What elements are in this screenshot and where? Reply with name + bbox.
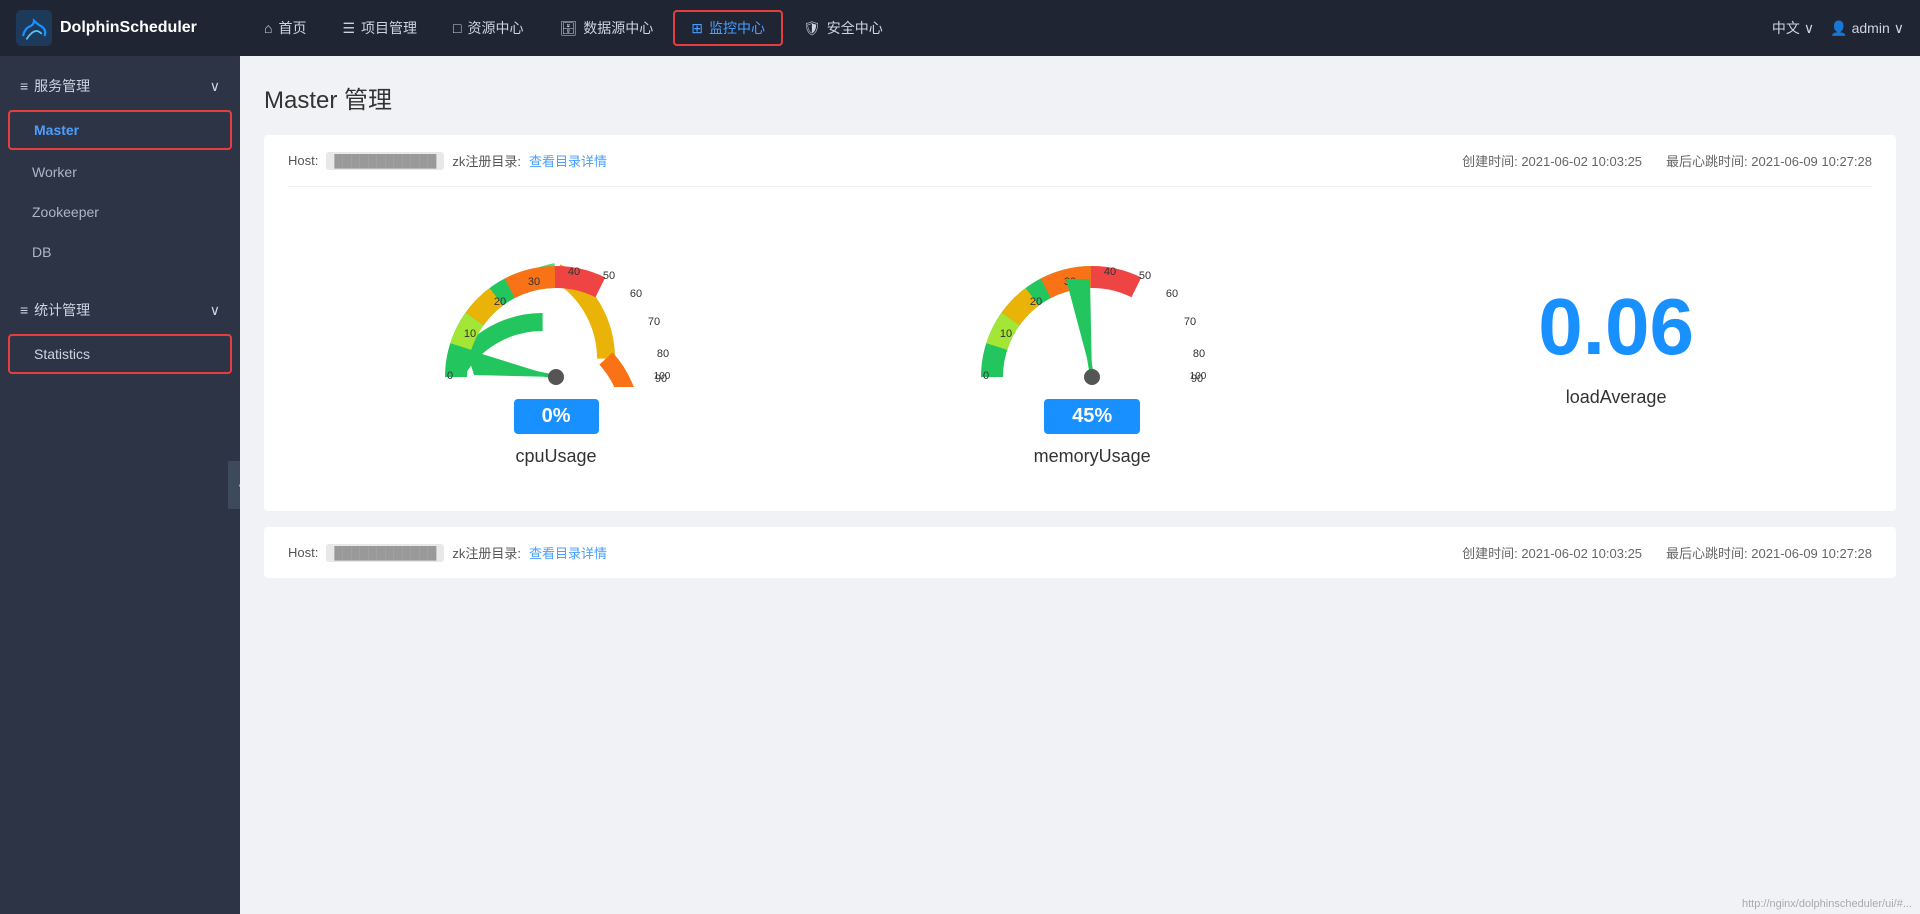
svg-text:0: 0 bbox=[983, 370, 989, 382]
svg-text:70: 70 bbox=[648, 316, 660, 328]
security-icon: 🛡 bbox=[803, 20, 821, 37]
sidebar-toggle[interactable]: ‹ bbox=[228, 461, 240, 509]
card-host-info: Host: ████████████ zk注册目录: 查看目录详情 bbox=[288, 151, 607, 170]
logo-area: DolphinScheduler bbox=[16, 10, 216, 46]
language-selector[interactable]: 中文 ∨ bbox=[1772, 18, 1814, 38]
card-times: 创建时间: 2021-06-02 10:03:25 最后心跳时间: 2021-0… bbox=[1462, 151, 1872, 170]
cpu-pct-badge: 0% bbox=[514, 399, 599, 434]
host-label: Host: bbox=[288, 153, 318, 168]
zk-link[interactable]: 查看目录详情 bbox=[529, 151, 607, 170]
nav-resource[interactable]: □ 资源中心 bbox=[437, 12, 539, 44]
user-icon: 👤 bbox=[1830, 20, 1847, 37]
load-average-value: 0.06 bbox=[1538, 287, 1694, 367]
card2-heartbeat-time: 最后心跳时间: 2021-06-09 10:27:28 bbox=[1666, 543, 1872, 562]
nav-project[interactable]: ☰ 项目管理 bbox=[326, 12, 433, 44]
nav-home[interactable]: ⌂ 首页 bbox=[248, 12, 322, 44]
page-title: Master 管理 bbox=[264, 80, 1896, 115]
memory-label: memoryUsage bbox=[1034, 446, 1151, 467]
card2-host-ip: ████████████ bbox=[326, 544, 444, 562]
heartbeat-time-label: 最后心跳时间: 2021-06-09 10:27:28 bbox=[1666, 151, 1872, 170]
sidebar: ≡ 服务管理 ∨ Master Worker Zookeeper DB ≡ 统计… bbox=[0, 56, 240, 914]
sidebar-section-service-header[interactable]: ≡ 服务管理 ∨ bbox=[0, 64, 240, 108]
svg-text:70: 70 bbox=[1184, 316, 1196, 328]
svg-text:80: 80 bbox=[657, 348, 669, 360]
svg-text:60: 60 bbox=[1166, 288, 1178, 300]
memory-gauge: 0 10 20 30 40 50 60 70 80 90 100 bbox=[962, 227, 1222, 387]
resource-icon: □ bbox=[453, 20, 461, 36]
chevron-down-icon-user: ∨ bbox=[1894, 20, 1904, 37]
nav-security[interactable]: 🛡 安全中心 bbox=[787, 12, 899, 44]
monitor-icon: ⊞ bbox=[691, 20, 703, 37]
sidebar-item-db[interactable]: DB bbox=[0, 232, 240, 272]
menu-icon-stats: ≡ bbox=[20, 302, 28, 318]
card2-times: 创建时间: 2021-06-02 10:03:25 最后心跳时间: 2021-0… bbox=[1462, 543, 1872, 562]
svg-text:40: 40 bbox=[1104, 266, 1116, 278]
logo-text: DolphinScheduler bbox=[60, 19, 197, 37]
card2-zk-link[interactable]: 查看目录详情 bbox=[529, 543, 607, 562]
cpu-gauge: 0 10 20 30 40 50 60 70 80 90 100 100 bbox=[426, 227, 686, 387]
nav-items: ⌂ 首页 ☰ 项目管理 □ 资源中心 🗄 数据源中心 ⊞ 监控中心 🛡 安全中心 bbox=[248, 10, 1772, 46]
create-time-label: 创建时间: 2021-06-02 10:03:25 bbox=[1462, 151, 1642, 170]
sidebar-item-master[interactable]: Master bbox=[8, 110, 232, 150]
svg-text:50: 50 bbox=[1139, 270, 1151, 282]
load-average-container: 0.06 loadAverage bbox=[1498, 267, 1734, 428]
card2-zk-label: zk注册目录: bbox=[452, 543, 521, 562]
sidebar-item-statistics[interactable]: Statistics bbox=[8, 334, 232, 374]
sidebar-section-stats: ≡ 统计管理 ∨ Statistics bbox=[0, 280, 240, 384]
chevron-down-icon: ∨ bbox=[1804, 20, 1814, 37]
memory-gauge-item: 0 10 20 30 40 50 60 70 80 90 100 bbox=[962, 227, 1222, 467]
main-layout: ≡ 服务管理 ∨ Master Worker Zookeeper DB ≡ 统计… bbox=[0, 56, 1920, 914]
nav-right: 中文 ∨ 👤 admin ∨ bbox=[1772, 18, 1904, 38]
host-ip: ████████████ bbox=[326, 152, 444, 170]
svg-text:100: 100 bbox=[1190, 371, 1207, 382]
chevron-down-section1: ∨ bbox=[210, 78, 220, 95]
card-header-1: Host: ████████████ zk注册目录: 查看目录详情 创建时间: … bbox=[288, 151, 1872, 187]
svg-text:30: 30 bbox=[528, 276, 540, 288]
nav-monitor[interactable]: ⊞ 监控中心 bbox=[673, 10, 783, 46]
monitor-card-1: Host: ████████████ zk注册目录: 查看目录详情 创建时间: … bbox=[264, 135, 1896, 511]
cpu-gauge-item: 0 10 20 30 40 50 60 70 80 90 100 100 bbox=[426, 227, 686, 467]
chevron-down-section2: ∨ bbox=[210, 302, 220, 319]
url-hint: http://nginx/dolphinscheduler/ui/#... bbox=[1742, 898, 1912, 910]
sidebar-section-service: ≡ 服务管理 ∨ Master Worker Zookeeper DB bbox=[0, 56, 240, 280]
home-icon: ⌂ bbox=[264, 20, 272, 36]
top-navigation: DolphinScheduler ⌂ 首页 ☰ 项目管理 □ 资源中心 🗄 数据… bbox=[0, 0, 1920, 56]
svg-text:50: 50 bbox=[603, 270, 615, 282]
card2-create-time: 创建时间: 2021-06-02 10:03:25 bbox=[1462, 543, 1642, 562]
gauges-container: 0 10 20 30 40 50 60 70 80 90 100 100 bbox=[288, 207, 1872, 487]
card2-host-info: Host: ████████████ zk注册目录: 查看目录详情 bbox=[288, 543, 607, 562]
main-content: Master 管理 Host: ████████████ zk注册目录: 查看目… bbox=[240, 56, 1920, 914]
svg-text:60: 60 bbox=[630, 288, 642, 300]
svg-text:10: 10 bbox=[464, 328, 476, 340]
svg-text:20: 20 bbox=[1030, 296, 1042, 308]
nav-datasource[interactable]: 🗄 数据源中心 bbox=[544, 12, 670, 44]
sidebar-section-stats-header[interactable]: ≡ 统计管理 ∨ bbox=[0, 288, 240, 332]
svg-text:20: 20 bbox=[494, 296, 506, 308]
zk-label: zk注册目录: bbox=[452, 151, 521, 170]
svg-text:0: 0 bbox=[447, 370, 453, 382]
sidebar-item-zookeeper[interactable]: Zookeeper bbox=[0, 192, 240, 232]
svg-text:10: 10 bbox=[1000, 328, 1012, 340]
sidebar-item-worker[interactable]: Worker bbox=[0, 152, 240, 192]
logo-icon bbox=[16, 10, 52, 46]
datasource-icon: 🗄 bbox=[560, 20, 578, 37]
card-header-2: Host: ████████████ zk注册目录: 查看目录详情 创建时间: … bbox=[288, 543, 1872, 562]
load-average-label: loadAverage bbox=[1566, 387, 1667, 408]
card2-host-label: Host: bbox=[288, 545, 318, 560]
svg-text:80: 80 bbox=[1193, 348, 1205, 360]
cpu-label: cpuUsage bbox=[516, 446, 597, 467]
svg-text:40: 40 bbox=[568, 266, 580, 278]
monitor-card-2: Host: ████████████ zk注册目录: 查看目录详情 创建时间: … bbox=[264, 527, 1896, 578]
menu-icon-service: ≡ bbox=[20, 78, 28, 94]
svg-text:100: 100 bbox=[654, 371, 671, 382]
user-menu[interactable]: 👤 admin ∨ bbox=[1830, 20, 1904, 37]
project-icon: ☰ bbox=[342, 20, 355, 37]
memory-pct-badge: 45% bbox=[1044, 399, 1140, 434]
